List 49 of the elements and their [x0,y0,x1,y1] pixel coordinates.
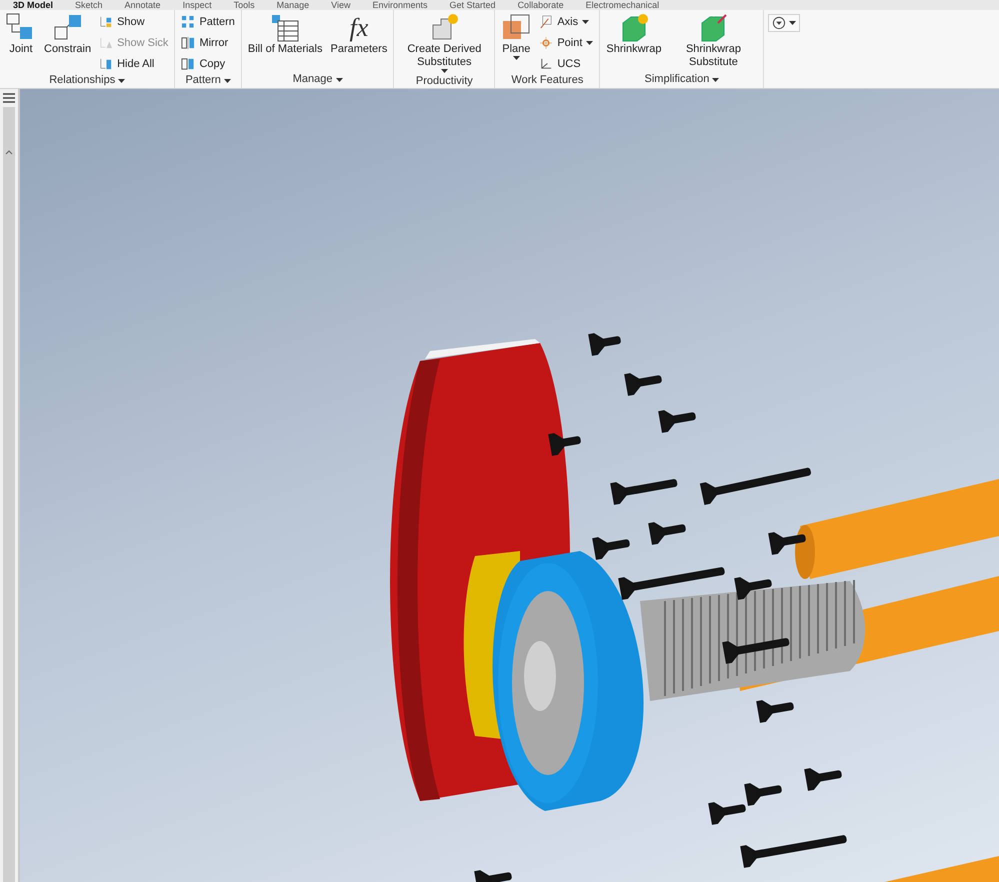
ribbon-tab[interactable]: Sketch [64,0,114,10]
tool-button[interactable]: Shrinkwrap Substitute [667,12,760,70]
ribbon-tab[interactable]: Inspect [172,0,223,10]
ribbon-tab[interactable]: Tools [222,0,266,10]
point-icon [539,36,554,50]
pattern-icon [181,14,196,28]
function-icon: fx [350,13,368,43]
ribbon-tab[interactable]: View [320,0,362,10]
table-icon [270,13,300,43]
tool-button[interactable]: Pattern [179,12,237,31]
tool-button[interactable]: Point [537,33,596,52]
ribbon-tab[interactable]: Manage [266,0,320,10]
coordinate-system-icon [539,56,554,70]
ribbon-tab[interactable]: Electromechanical [574,0,670,10]
tool-button[interactable]: Create Derived Substitutes [398,12,490,74]
filter-icon [772,16,786,30]
copy-icon [181,56,196,70]
axis-icon [539,14,554,28]
tool-button[interactable]: Joint [4,12,38,57]
visibility-icon [99,56,114,70]
tool-button[interactable]: Show [97,12,170,31]
ribbon-tab[interactable]: Environments [362,0,439,10]
group-label[interactable]: Relationships [4,73,170,88]
ribbon-tab[interactable]: Get Started [438,0,507,10]
tool-button[interactable]: Plane [499,12,534,61]
ribbon-tab[interactable]: Annotate [114,0,172,10]
tool-button[interactable]: UCS [537,54,596,73]
tool-button[interactable]: Axis [537,12,596,31]
tool-button[interactable]: Copy [179,54,237,73]
tool-button[interactable]: Constrain [42,12,94,57]
group-label[interactable]: Manage [246,71,390,88]
menu-icon[interactable] [3,93,15,103]
tool-button[interactable]: fx Parameters [328,12,390,57]
menu-button[interactable] [768,14,800,32]
ribbon-tab[interactable]: Collaborate [506,0,575,10]
tool-button[interactable]: Mirror [179,33,237,52]
tool-button[interactable]: Hide All [97,54,170,73]
3d-viewport[interactable] [20,89,999,882]
visibility-icon [99,36,114,50]
visibility-icon [99,14,114,28]
scrollbar[interactable] [3,107,15,882]
group-label[interactable]: Simplification [604,71,760,88]
tool-button[interactable]: Shrinkwrap [604,12,664,57]
tool-button[interactable]: Bill of Materials [246,12,324,57]
mirror-icon [181,36,196,50]
ribbon-tab[interactable]: 3D Model [2,0,64,10]
group-label[interactable]: Pattern [179,73,237,88]
group-label[interactable]: Work Features [499,73,596,88]
group-label[interactable]: Productivity [398,74,490,89]
